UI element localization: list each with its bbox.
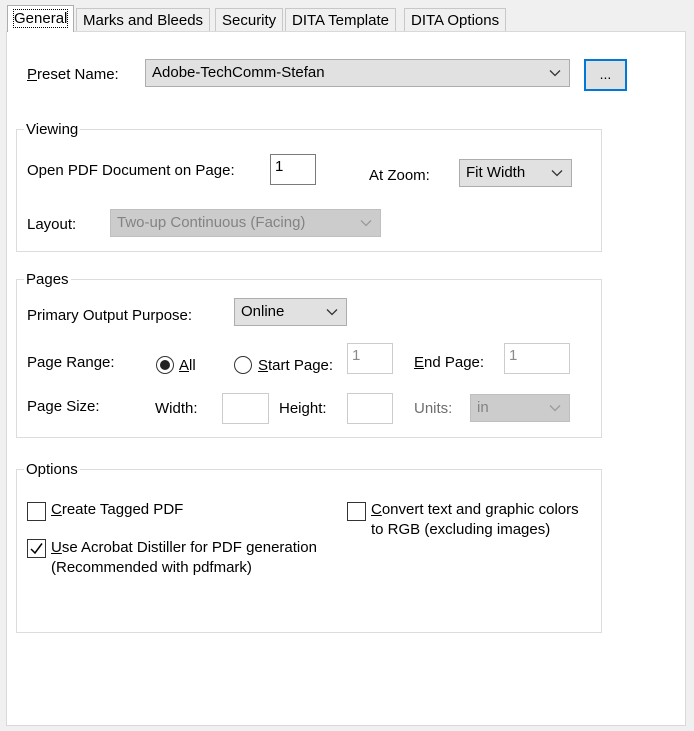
checkmark-icon (30, 543, 43, 555)
open-page-label: Open PDF Document on Page: (27, 162, 235, 179)
tab-general[interactable]: General (7, 5, 75, 32)
page-size-label: Page Size: (27, 398, 100, 415)
convert-rgb-checkbox[interactable] (347, 502, 366, 521)
end-page-input[interactable]: 1 (504, 343, 570, 374)
tab-dita-options[interactable]: DITA Options (404, 8, 507, 31)
start-page-input[interactable]: 1 (347, 343, 393, 374)
preset-name-label: Preset Name: (27, 66, 119, 83)
end-page-label: End Page: (414, 354, 485, 371)
preset-name-value: Adobe-TechComm-Stefan (152, 64, 325, 81)
general-panel: Preset Name: Adobe-TechComm-Stefan ... V… (6, 31, 686, 726)
chevron-down-icon (326, 309, 338, 316)
radio-selected-dot (160, 360, 170, 370)
use-distiller-label-line2: (Recommended with pdfmark) (51, 559, 252, 576)
use-distiller-label[interactable]: Use Acrobat Distiller for PDF generation (51, 539, 317, 557)
viewing-group-title: Viewing (24, 121, 81, 139)
page-range-start-radio[interactable] (234, 356, 252, 374)
create-tagged-pdf-label[interactable]: Create Tagged PDF (51, 501, 183, 519)
height-label: Height: (279, 400, 327, 417)
use-distiller-checkbox[interactable] (27, 539, 46, 558)
height-input[interactable] (347, 393, 393, 424)
page-range-all-radio[interactable] (156, 356, 174, 374)
create-tagged-pdf-checkbox[interactable] (27, 502, 46, 521)
browse-preset-button[interactable]: ... (584, 59, 627, 91)
tab-dita-template[interactable]: DITA Template (285, 8, 396, 31)
units-select[interactable]: in (470, 394, 570, 422)
units-label: Units: (414, 400, 453, 417)
options-group-title: Options (24, 461, 80, 479)
output-purpose-value: Online (241, 303, 285, 320)
open-page-input[interactable]: 1 (270, 154, 316, 185)
layout-label: Layout: (27, 216, 77, 233)
chevron-down-icon (360, 220, 372, 227)
chevron-down-icon (549, 405, 561, 412)
start-page-label[interactable]: Start Page: (258, 357, 333, 375)
tab-security[interactable]: Security (215, 8, 284, 31)
page-range-all-label[interactable]: All (179, 357, 196, 375)
page-range-label: Page Range: (27, 354, 115, 371)
tab-marks-and-bleeds[interactable]: Marks and Bleeds (76, 8, 211, 31)
output-purpose-select[interactable]: Online (234, 298, 347, 326)
preset-name-select[interactable]: Adobe-TechComm-Stefan (145, 59, 570, 87)
convert-rgb-label-line2: to RGB (excluding images) (371, 521, 551, 538)
convert-rgb-label[interactable]: Convert text and graphic colors (371, 501, 579, 519)
layout-select[interactable]: Two-up Continuous (Facing) (110, 209, 381, 237)
pages-group-title: Pages (24, 271, 71, 289)
zoom-label: At Zoom: (369, 167, 430, 184)
width-label: Width: (155, 400, 198, 417)
chevron-down-icon (551, 170, 563, 177)
chevron-down-icon (549, 70, 561, 77)
width-input[interactable] (222, 393, 269, 424)
zoom-value: Fit Width (466, 164, 526, 181)
output-purpose-label: Primary Output Purpose: (27, 307, 193, 324)
layout-value: Two-up Continuous (Facing) (117, 214, 306, 231)
zoom-select[interactable]: Fit Width (459, 159, 572, 187)
units-value: in (477, 399, 489, 416)
